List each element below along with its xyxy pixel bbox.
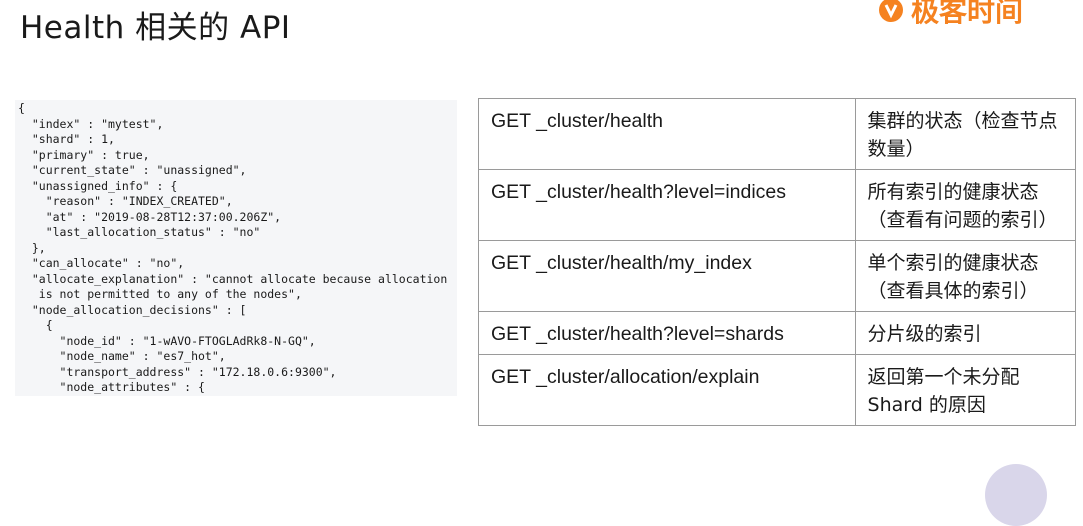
code-line: "reason" : "INDEX_CREATED", [45,194,233,208]
code-line: "node_id" : "1-wAVO-FTOGLAdRk8-N-GQ", [59,333,316,348]
api-description: 分片级的索引 [854,311,1077,355]
logo-text: 极客时间 [910,0,1023,28]
code-line: "last_allocation_status" : "no" [45,225,261,239]
api-endpoint: GET _cluster/health?level=indices [478,169,856,241]
code-line: "index" : "mytest", [31,116,164,131]
geektime-logo-icon [878,0,903,22]
code-line: "node_name" : "es7_hot", [59,349,226,363]
table-row: GET _cluster/allocation/explain 返回第一个未分配… [478,354,1077,426]
code-line: "primary" : true, [31,147,150,162]
code-line: { [45,318,53,332]
code-line: "current_state" : "unassigned", [31,163,247,177]
api-endpoint: GET _cluster/health/my_index [478,240,856,312]
table-row: GET _cluster/health?level=shards 分片级的索引 [478,311,1077,355]
health-api-table: GET _cluster/health 集群的状态（检查节点数量） GET _c… [478,98,1077,426]
code-line: "node_allocation_decisions" : [ [31,302,247,317]
decorative-circle [985,464,1047,526]
logo: 极客时间 [877,0,1023,30]
api-description: 返回第一个未分配Shard 的原因 [854,354,1077,426]
code-line: "unassigned_info" : { [31,178,178,193]
api-endpoint: GET _cluster/allocation/explain [478,354,856,426]
table-row: GET _cluster/health?level=indices 所有索引的健… [478,169,1077,241]
code-line: { [18,101,25,115]
code-line: is not permitted to any of the nodes", [38,287,302,301]
table-row: GET _cluster/health/my_index 单个索引的健康状态（查… [478,240,1077,312]
json-code-block: { "index" : "mytest", "shard" : 1, "prim… [15,100,457,396]
page-title: Health 相关的 API [20,10,291,46]
code-line: "shard" : 1, [31,132,115,146]
api-endpoint: GET _cluster/health [478,98,856,170]
api-description: 集群的状态（检查节点数量） [854,98,1077,170]
api-endpoint: GET _cluster/health?level=shards [478,311,856,355]
code-line: "allocate_explanation" : "cannot allocat… [31,271,448,286]
api-description: 所有索引的健康状态 （查看有问题的索引） [854,169,1077,241]
json-code-panel: { "index" : "mytest", "shard" : 1, "prim… [15,100,457,396]
code-line: "transport_address" : "172.18.0.6:9300", [59,364,337,379]
code-line: "node_attributes" : { [59,380,205,394]
code-line: }, [31,240,46,255]
code-line: "at" : "2019-08-28T12:37:00.206Z", [45,209,282,224]
table-row: GET _cluster/health 集群的状态（检查节点数量） [478,98,1077,170]
code-line: "can_allocate" : "no", [31,256,185,270]
api-description: 单个索引的健康状态（查看具体的索引） [854,240,1077,312]
